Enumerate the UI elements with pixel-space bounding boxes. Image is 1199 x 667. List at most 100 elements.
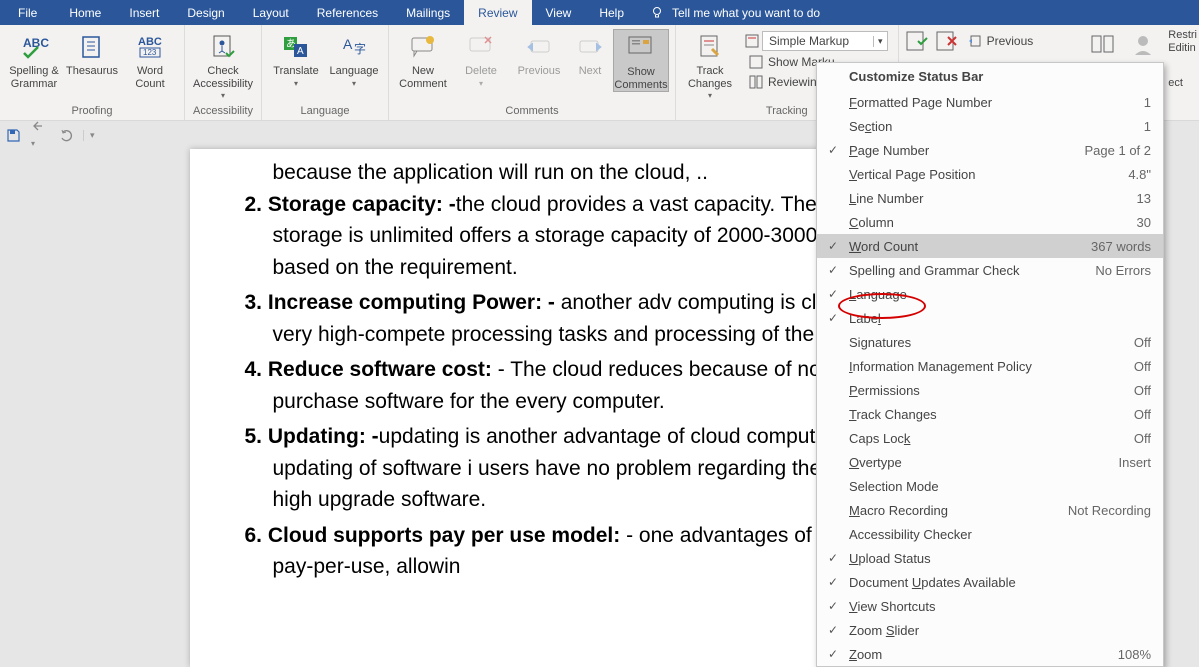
previous-change-button[interactable]: Previous xyxy=(963,29,1038,53)
status-bar-menu-item[interactable]: ✓Zoom Slider xyxy=(817,618,1163,642)
check-icon: ✓ xyxy=(817,575,849,589)
tab-insert[interactable]: Insert xyxy=(115,0,173,25)
group-accessibility: Check Accessibility ▾ Accessibility xyxy=(185,25,262,120)
tab-home[interactable]: Home xyxy=(55,0,115,25)
status-bar-menu-item[interactable]: Macro RecordingNot Recording xyxy=(817,498,1163,522)
status-bar-menu-item[interactable]: ✓Language xyxy=(817,282,1163,306)
tab-references[interactable]: References xyxy=(303,0,392,25)
reviewing-pane-icon xyxy=(748,74,764,90)
check-icon: ✓ xyxy=(817,263,849,277)
save-icon[interactable] xyxy=(6,128,21,143)
delete-comment-button[interactable]: Delete ▾ xyxy=(453,29,509,88)
status-bar-menu-item[interactable]: SignaturesOff xyxy=(817,330,1163,354)
menu-item-label: Upload Status xyxy=(849,551,1151,566)
status-bar-menu-item[interactable]: Section1 xyxy=(817,114,1163,138)
menu-item-label: Accessibility Checker xyxy=(849,527,1151,542)
menu-item-label: Formatted Page Number xyxy=(849,95,1144,110)
menu-item-label: Zoom Slider xyxy=(849,623,1151,638)
status-bar-menu-item[interactable]: ✓Label xyxy=(817,306,1163,330)
comment-new-icon xyxy=(407,31,439,63)
previous-comment-button[interactable]: Previous xyxy=(511,29,567,78)
menu-item-label: Section xyxy=(849,119,1144,134)
status-bar-menu-item[interactable]: Information Management PolicyOff xyxy=(817,354,1163,378)
menu-item-label: Permissions xyxy=(849,383,1134,398)
delete-label: Delete xyxy=(465,65,497,78)
tab-design[interactable]: Design xyxy=(173,0,238,25)
tab-mailings[interactable]: Mailings xyxy=(392,0,464,25)
menu-item-value: Off xyxy=(1134,335,1151,350)
menu-item-label: Label xyxy=(849,311,1151,326)
status-bar-menu-item[interactable]: Formatted Page Number1 xyxy=(817,90,1163,114)
language-icon: A字 xyxy=(338,31,370,63)
check-accessibility-button[interactable]: Check Accessibility ▾ xyxy=(191,29,255,100)
menu-item-value: Off xyxy=(1134,407,1151,422)
menu-item-label: Vertical Page Position xyxy=(849,167,1128,182)
status-bar-menu-item[interactable]: Caps LockOff xyxy=(817,426,1163,450)
menu-item-value: Off xyxy=(1134,431,1151,446)
check-icon: ✓ xyxy=(817,143,849,157)
chevron-down-icon: ▾ xyxy=(873,36,883,47)
redo-icon[interactable] xyxy=(59,128,73,142)
reject-icon[interactable] xyxy=(933,29,961,53)
language-button[interactable]: A字 Language ▾ xyxy=(326,29,382,88)
accessibility-icon xyxy=(207,31,239,63)
menu-item-label: Page Number xyxy=(849,143,1085,158)
status-bar-menu-item[interactable]: Vertical Page Position4.8" xyxy=(817,162,1163,186)
status-bar-menu-item[interactable]: OvertypeInsert xyxy=(817,450,1163,474)
menu-item-value: 4.8" xyxy=(1128,167,1151,182)
show-comments-label: Show Comments xyxy=(614,66,667,91)
tab-view[interactable]: View xyxy=(532,0,586,25)
status-bar-menu-item[interactable]: Selection Mode xyxy=(817,474,1163,498)
block-authors-icon[interactable] xyxy=(1127,29,1159,61)
status-bar-menu-item[interactable]: PermissionsOff xyxy=(817,378,1163,402)
status-bar-menu-item[interactable]: Line Number13 xyxy=(817,186,1163,210)
menu-item-label: Spelling and Grammar Check xyxy=(849,263,1095,278)
word-count-button[interactable]: ABC123 Word Count xyxy=(122,29,178,90)
next-label: Next xyxy=(579,65,602,78)
tab-file[interactable]: File xyxy=(0,0,55,25)
menu-item-label: Track Changes xyxy=(849,407,1134,422)
status-bar-menu-item[interactable]: Track ChangesOff xyxy=(817,402,1163,426)
track-changes-button[interactable]: Track Changes ▾ xyxy=(682,29,738,100)
tab-help[interactable]: Help xyxy=(585,0,638,25)
tab-layout[interactable]: Layout xyxy=(239,0,303,25)
menu-item-label: Selection Mode xyxy=(849,479,1151,494)
tab-review[interactable]: Review xyxy=(464,0,531,25)
status-bar-menu-item[interactable]: ✓Page NumberPage 1 of 2 xyxy=(817,138,1163,162)
undo-icon[interactable]: ▾ xyxy=(31,119,49,151)
menu-item-label: Zoom xyxy=(849,647,1118,662)
status-bar-menu-item[interactable]: ✓Zoom108% xyxy=(817,642,1163,666)
translate-button[interactable]: あA Translate ▾ xyxy=(268,29,324,88)
display-for-review-select[interactable]: Simple Markup ▾ xyxy=(762,31,888,51)
spelling-grammar-button[interactable]: ABC Spelling & Grammar xyxy=(6,29,62,90)
accept-icon[interactable] xyxy=(903,29,931,53)
status-bar-menu-item[interactable]: ✓View Shortcuts xyxy=(817,594,1163,618)
new-comment-button[interactable]: New Comment xyxy=(395,29,451,90)
status-bar-menu-item[interactable]: ✓Document Updates Available xyxy=(817,570,1163,594)
check-icon: ✓ xyxy=(817,311,849,325)
chevron-down-icon: ▾ xyxy=(294,79,298,88)
thesaurus-button[interactable]: Thesaurus xyxy=(64,29,120,78)
new-comment-label: New Comment xyxy=(399,65,447,90)
tell-me-search[interactable]: Tell me what you want to do xyxy=(638,0,832,25)
svg-text:ABC: ABC xyxy=(138,36,162,48)
svg-text:A: A xyxy=(343,36,353,52)
status-bar-menu-item[interactable]: ✓Spelling and Grammar CheckNo Errors xyxy=(817,258,1163,282)
check-icon: ✓ xyxy=(817,239,849,253)
qat-customize-icon[interactable]: ▾ xyxy=(83,130,95,141)
show-comments-button[interactable]: Show Comments xyxy=(613,29,669,92)
menu-item-value: 30 xyxy=(1137,215,1151,230)
status-bar-menu-item[interactable]: ✓Upload Status xyxy=(817,546,1163,570)
next-comment-button[interactable]: Next xyxy=(569,29,611,78)
status-bar-menu-item[interactable]: Column30 xyxy=(817,210,1163,234)
translate-icon: あA xyxy=(280,31,312,63)
status-bar-menu-item[interactable]: ✓Word Count367 words xyxy=(817,234,1163,258)
status-bar-menu-item[interactable]: Accessibility Checker xyxy=(817,522,1163,546)
wordcount-icon: ABC123 xyxy=(134,31,166,63)
menu-item-value: Off xyxy=(1134,383,1151,398)
menu-item-value: Insert xyxy=(1118,455,1151,470)
compare-icon[interactable] xyxy=(1088,29,1118,61)
show-markup-icon xyxy=(748,54,764,70)
menu-item-value: 367 words xyxy=(1091,239,1151,254)
language-group-label: Language xyxy=(262,105,388,120)
